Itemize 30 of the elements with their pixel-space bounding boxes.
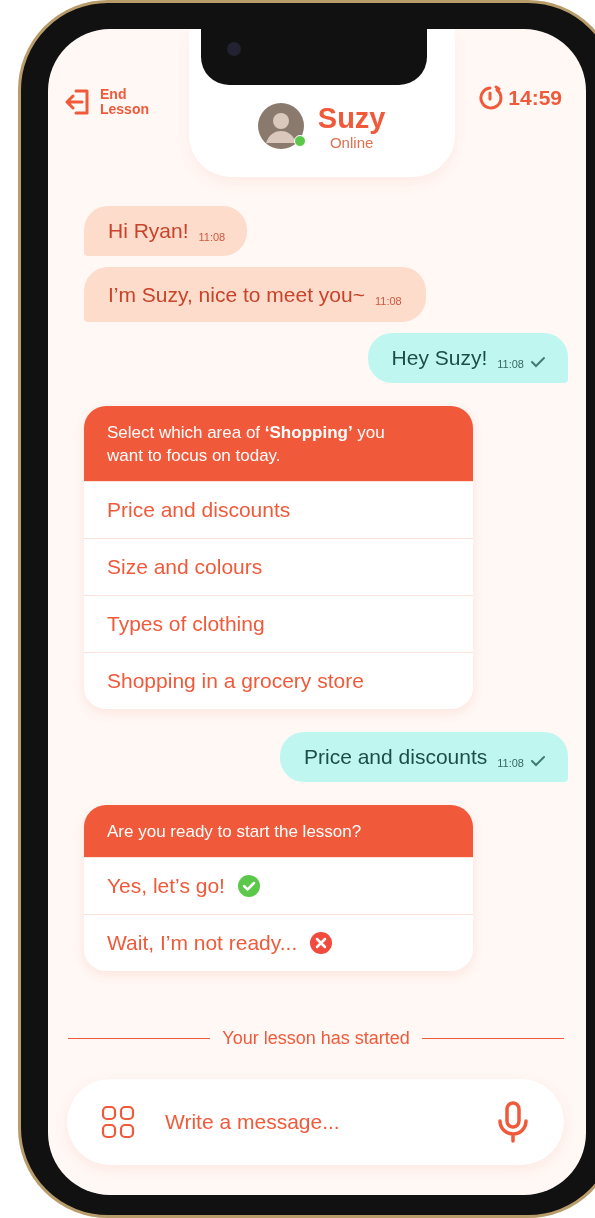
message-text: Hey Suzy! xyxy=(391,345,488,371)
message-input[interactable]: Write a message... xyxy=(163,1109,468,1135)
message-time: 11:08 xyxy=(375,295,402,307)
options-prompt: Select which area of ‘Shopping’ you want to focus on today. xyxy=(84,406,473,481)
option-item[interactable]: Size and colours xyxy=(84,538,473,595)
option-item[interactable]: Price and discounts xyxy=(84,481,473,538)
camera-icon xyxy=(227,42,241,56)
option-item[interactable]: Wait, I’m not ready... xyxy=(84,914,473,971)
option-item[interactable]: Yes, let’s go! xyxy=(84,857,473,914)
message-text: Price and discounts xyxy=(304,744,488,770)
exit-icon xyxy=(64,88,92,116)
timer-text: 14:59 xyxy=(508,86,562,110)
options-prompt: Are you ready to start the lesson? xyxy=(84,805,473,857)
timer-icon xyxy=(477,85,504,111)
message-time: 11:08 xyxy=(497,358,524,370)
message-time: 11:08 xyxy=(497,757,524,769)
message-text: Hi Ryan! xyxy=(108,218,189,244)
lesson-started-divider: Your lesson has started xyxy=(222,1028,410,1049)
option-item[interactable]: Types of clothing xyxy=(84,595,473,652)
avatar-silhouette xyxy=(257,103,304,149)
message-text: I’m Suzy, nice to meet you~ xyxy=(108,282,365,308)
check-circle-icon xyxy=(236,874,261,898)
option-item[interactable]: Shopping in a grocery store xyxy=(84,652,473,709)
message-time: 11:08 xyxy=(198,231,226,243)
end-lesson-button[interactable]: End Lesson xyxy=(64,87,156,117)
apps-grid-icon[interactable] xyxy=(101,1105,135,1139)
contact-name: Suzy xyxy=(317,101,386,134)
cross-circle-icon xyxy=(309,931,334,955)
contact-status: Online xyxy=(329,133,374,151)
microphone-icon[interactable] xyxy=(496,1101,530,1143)
